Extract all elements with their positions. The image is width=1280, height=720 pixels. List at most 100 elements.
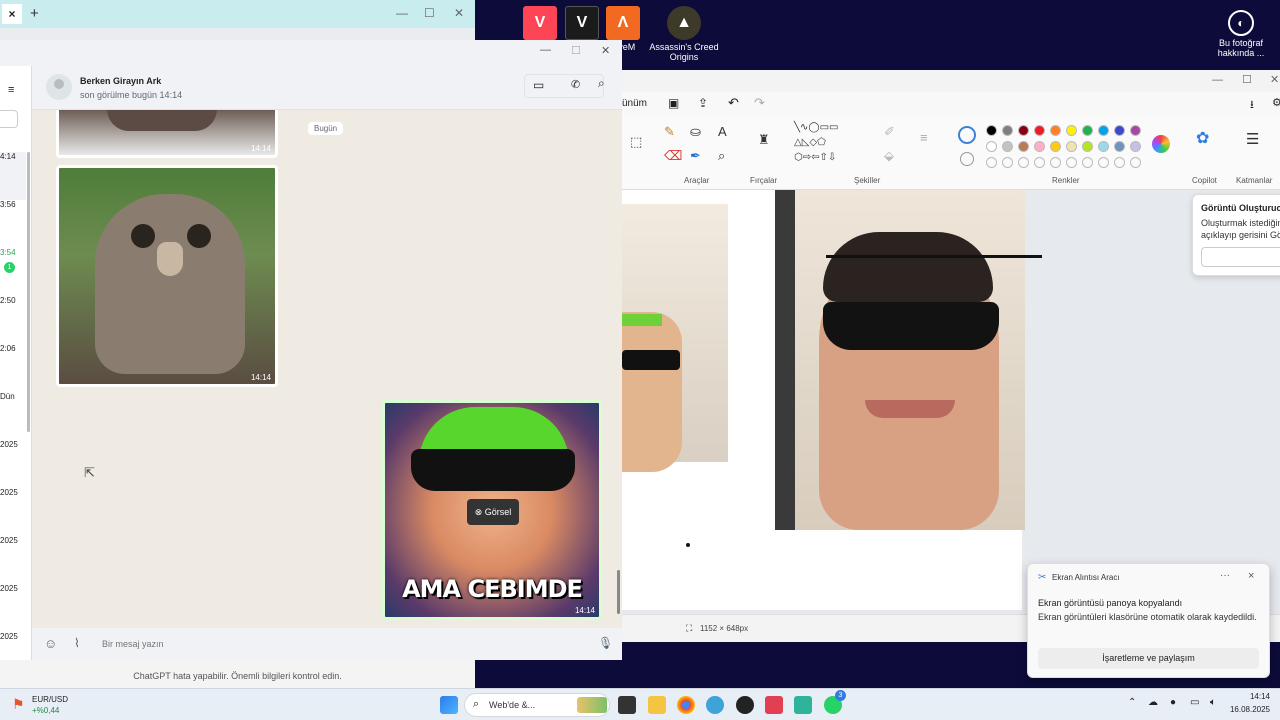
voice-call-icon[interactable]: ✆ xyxy=(571,78,580,91)
view-image-overlay[interactable]: ⊗ Görsel xyxy=(467,499,519,525)
clock-time[interactable]: 14:14 xyxy=(1226,692,1270,701)
desktop-icon-photo-info[interactable]: ◐ Bu fotoğraf hakkında ... xyxy=(1206,2,1276,58)
file-explorer-icon[interactable] xyxy=(648,696,666,714)
fill-icon[interactable]: ⛀ xyxy=(690,124,701,140)
color-swatch[interactable] xyxy=(1098,125,1109,136)
display-icon[interactable]: ▭ xyxy=(1190,697,1199,708)
settings-icon[interactable]: ⚙ xyxy=(1272,96,1280,109)
image-message[interactable]: ⊗ Görsel AMA CEBIMDE 14:14 xyxy=(382,400,602,620)
custom-color-slot[interactable] xyxy=(1082,157,1093,168)
color-swatch[interactable] xyxy=(986,125,997,136)
brush-icon[interactable]: ♜ xyxy=(758,132,770,148)
color-swatch[interactable] xyxy=(1130,141,1141,152)
share-icon[interactable]: ⇪ xyxy=(698,96,708,110)
fill-shape-icon[interactable]: ⬙ xyxy=(884,148,894,164)
color-swatch[interactable] xyxy=(1066,141,1077,152)
clock-date[interactable]: 16.08.2025 xyxy=(1220,705,1270,714)
save-icon[interactable]: ▣ xyxy=(668,96,679,110)
paint-close-icon[interactable]: ✕ xyxy=(1270,73,1279,86)
avatar[interactable] xyxy=(46,74,72,100)
custom-color-slot[interactable] xyxy=(1002,157,1013,168)
toast-close-button[interactable]: × xyxy=(1248,570,1254,582)
color-swatch[interactable] xyxy=(1082,125,1093,136)
color-swatch[interactable] xyxy=(1018,141,1029,152)
message-input[interactable] xyxy=(102,634,582,654)
color-swatch[interactable] xyxy=(1034,141,1045,152)
edit-colors-icon[interactable] xyxy=(1152,135,1170,153)
maximize-icon[interactable]: ☐ xyxy=(424,6,435,20)
close-icon[interactable]: ✕ xyxy=(454,6,464,20)
task-view-icon[interactable] xyxy=(618,696,636,714)
search-box[interactable]: ⌕ Web'de &... xyxy=(464,693,610,717)
microphone-tray-icon[interactable]: ● xyxy=(1170,697,1176,708)
outline-icon[interactable]: ✐ xyxy=(884,124,895,140)
custom-color-slot[interactable] xyxy=(986,157,997,168)
magnifier-icon[interactable]: ⌕ xyxy=(718,148,725,164)
image-message[interactable]: 14:14 xyxy=(56,110,278,158)
color-swatch[interactable] xyxy=(1050,141,1061,152)
custom-color-slot[interactable] xyxy=(1114,157,1125,168)
color-swatch[interactable] xyxy=(1114,125,1125,136)
popup-prompt-input[interactable] xyxy=(1201,247,1280,267)
image-message[interactable]: 14:14 xyxy=(56,165,278,387)
wa-close-icon[interactable]: ✕ xyxy=(601,44,610,57)
pencil-icon[interactable]: ✎ xyxy=(664,124,675,140)
color-picker-icon[interactable]: ✒ xyxy=(690,148,701,164)
paint-view-menu[interactable]: ünüm xyxy=(622,98,647,109)
copilot-icon[interactable]: ✿ xyxy=(1196,128,1209,148)
wa-minimize-icon[interactable]: — xyxy=(540,44,551,56)
custom-color-slot[interactable] xyxy=(1050,157,1061,168)
toast-more-button[interactable]: ··· xyxy=(1220,570,1230,581)
close-tab-icon[interactable]: × xyxy=(2,4,22,24)
video-call-icon[interactable]: ▭ xyxy=(533,78,544,92)
redo-icon[interactable]: ↷ xyxy=(754,95,765,111)
new-tab-icon[interactable]: + xyxy=(30,5,39,22)
app-icon[interactable] xyxy=(706,696,724,714)
desktop-icon-ac-origins[interactable]: ▲ Assassin's Creed Origins xyxy=(649,2,719,62)
app-icon[interactable] xyxy=(736,696,754,714)
custom-color-slot[interactable] xyxy=(1018,157,1029,168)
chrome-icon[interactable] xyxy=(677,696,695,714)
custom-color-slot[interactable] xyxy=(1066,157,1077,168)
size-icon[interactable]: ≡ xyxy=(920,130,928,145)
color-swatch[interactable] xyxy=(1066,125,1077,136)
chat-scrollbar[interactable] xyxy=(617,570,620,614)
volume-icon[interactable]: 🔈︎ xyxy=(1210,697,1216,708)
secondary-color[interactable] xyxy=(960,152,974,166)
filter-icon[interactable]: ≡ xyxy=(8,84,14,96)
app-icon[interactable] xyxy=(794,696,812,714)
custom-color-slot[interactable] xyxy=(1130,157,1141,168)
sidebar-scrollbar[interactable] xyxy=(27,152,30,432)
paint-minimize-icon[interactable]: — xyxy=(1212,74,1223,86)
start-icon[interactable] xyxy=(440,696,458,714)
search-icon[interactable]: ⌕ xyxy=(598,76,605,91)
custom-color-slot[interactable] xyxy=(1098,157,1109,168)
onedrive-icon[interactable]: ☁ xyxy=(1148,697,1158,708)
paint-maximize-icon[interactable]: ☐ xyxy=(1242,73,1252,86)
layers-icon[interactable]: ☰ xyxy=(1246,130,1259,148)
microphone-icon[interactable]: 🎙︎ xyxy=(598,636,613,650)
wa-maximize-icon[interactable]: ☐ xyxy=(571,44,581,57)
contact-name[interactable]: Berken Girayın Ark xyxy=(80,76,161,86)
widgets-ticker[interactable]: ⚑ EUR/USD +%0,44 xyxy=(10,693,120,717)
custom-color-slot[interactable] xyxy=(1034,157,1045,168)
color-swatch[interactable] xyxy=(1082,141,1093,152)
valorant-taskbar-icon[interactable] xyxy=(765,696,783,714)
color-swatch[interactable] xyxy=(1002,125,1013,136)
text-icon[interactable]: A xyxy=(718,124,727,139)
whatsapp-taskbar-icon[interactable]: 3 xyxy=(824,690,846,714)
emoji-icon[interactable]: ☺ xyxy=(44,636,57,651)
eraser-icon[interactable]: ⌫ xyxy=(664,148,682,164)
download-icon[interactable]: ⭳ xyxy=(1250,96,1254,115)
attach-icon[interactable]: ⌇ xyxy=(74,636,80,650)
paint-canvas[interactable] xyxy=(622,190,1042,610)
show-hidden-icons[interactable]: ⌃ xyxy=(1128,697,1136,708)
color-swatch[interactable] xyxy=(1130,125,1141,136)
shapes-gallery[interactable]: ╲∿◯▭▭ △◺◇⬠ ⬡⇨⇦⇧⇩ xyxy=(794,120,864,165)
markup-and-share-button[interactable]: İşaretleme ve paylaşım xyxy=(1038,648,1259,669)
search-chats-input[interactable] xyxy=(0,110,18,128)
color-swatch[interactable] xyxy=(1002,141,1013,152)
primary-color[interactable] xyxy=(958,126,976,144)
color-swatch[interactable] xyxy=(1018,125,1029,136)
minimize-icon[interactable]: — xyxy=(396,6,408,20)
